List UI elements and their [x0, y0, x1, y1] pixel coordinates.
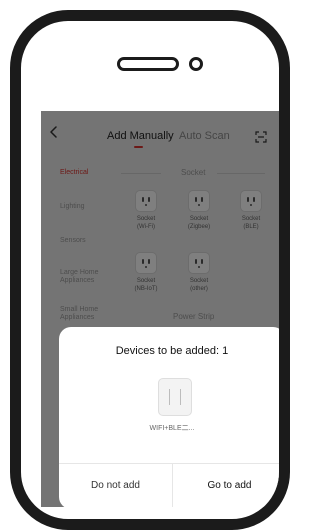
socket-icon [136, 253, 156, 273]
device-socket-wifi[interactable]: Socket (Wi-Fi) [129, 191, 163, 231]
section-title-socket: Socket [181, 168, 206, 177]
camera-dot [189, 57, 203, 71]
section-divider [121, 173, 161, 174]
app-screen: Add Manually Auto Scan Electrical Lighti… [41, 111, 279, 507]
device-socket-zigbee[interactable]: Socket (Zigbee) [182, 191, 216, 231]
category-small-home-appliances[interactable]: Small Home Appliances [60, 306, 120, 322]
device-label: Socket (BLE) [241, 216, 261, 230]
back-arrow-icon[interactable] [47, 125, 61, 139]
found-device-name: WIFI+BLE二... [149, 425, 195, 432]
device-socket-nb-iot[interactable]: Socket (NB-IoT) [129, 253, 163, 293]
scan-icon[interactable] [255, 131, 267, 143]
speaker-slot [117, 57, 179, 71]
device-label: Socket (Wi-Fi) [136, 216, 156, 230]
phone-frame: Add Manually Auto Scan Electrical Lighti… [10, 10, 290, 530]
section-title-power-strip: Power Strip [173, 312, 215, 321]
device-label: Socket (NB-IoT) [134, 278, 158, 292]
socket-icon [241, 191, 261, 211]
tab-auto-scan[interactable]: Auto Scan [179, 130, 230, 142]
category-sensors[interactable]: Sensors [60, 237, 86, 245]
dialog-title: Devices to be added: 1 [115, 345, 229, 357]
device-socket-other[interactable]: Socket (other) [182, 253, 216, 293]
devices-to-add-dialog: Devices to be added: 1 WIFI+BLE二... Do n… [59, 327, 279, 507]
do-not-add-button[interactable]: Do not add [59, 463, 172, 507]
category-electrical[interactable]: Electrical [60, 169, 88, 177]
section-divider [217, 173, 265, 174]
socket-icon [189, 191, 209, 211]
category-large-home-appliances[interactable]: Large Home Appliances [60, 269, 120, 285]
top-bar: Add Manually Auto Scan [41, 111, 279, 151]
socket-icon [136, 191, 156, 211]
active-tab-indicator [134, 146, 143, 148]
tab-add-manually[interactable]: Add Manually [107, 130, 174, 142]
category-lighting[interactable]: Lighting [60, 203, 85, 211]
socket-icon [189, 253, 209, 273]
go-to-add-button[interactable]: Go to add [173, 463, 279, 507]
device-label: Socket (Zigbee) [187, 216, 211, 230]
switch-device-icon[interactable] [159, 379, 191, 415]
device-socket-ble[interactable]: Socket (BLE) [234, 191, 268, 231]
device-label: Socket (other) [189, 278, 209, 292]
